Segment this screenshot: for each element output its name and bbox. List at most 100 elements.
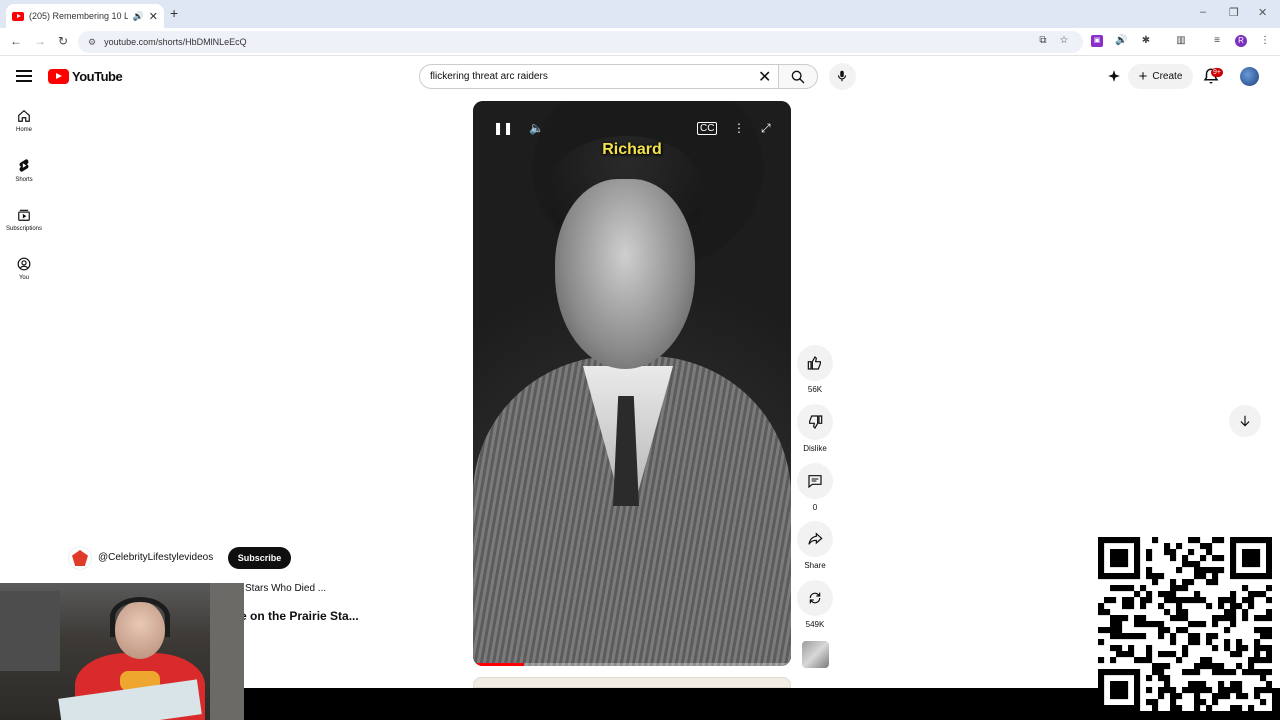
youtube-logo[interactable]: YouTube	[48, 69, 123, 84]
qr-module	[1218, 537, 1225, 544]
qr-module	[1230, 651, 1237, 658]
address-bar-row: ← → ↻ ⚙ youtube.com/shorts/HbDMlNLeEcQ ⧉…	[0, 28, 1280, 56]
captions-icon[interactable]: CC	[697, 122, 718, 135]
sidebar-item-you[interactable]: You	[0, 257, 48, 281]
channel-avatar[interactable]	[68, 546, 92, 570]
qr-module	[1170, 597, 1177, 604]
channel-handle[interactable]: @CelebrityLifestylevideos	[98, 552, 213, 563]
create-button[interactable]: + Create	[1128, 64, 1193, 89]
qr-module	[1230, 549, 1237, 556]
volume-icon[interactable]: 🔈	[529, 121, 544, 135]
like-button[interactable]: 56K	[797, 345, 833, 394]
qr-module	[1188, 639, 1195, 646]
qr-module	[1242, 537, 1249, 544]
extension-icon[interactable]: ▣	[1091, 35, 1103, 47]
notification-badge: 9+	[1211, 68, 1223, 77]
sidebar-item-label: Subscriptions	[5, 226, 43, 232]
qr-module	[1266, 633, 1272, 640]
qr-module	[1098, 543, 1105, 550]
sidebar-item-shorts[interactable]: Shorts	[0, 158, 48, 183]
sidebar-panel-icon[interactable]: ▥	[1175, 35, 1187, 47]
subscribe-button[interactable]: Subscribe	[228, 547, 291, 569]
reading-list-icon[interactable]: ≡	[1211, 35, 1223, 47]
guide-menu-icon[interactable]	[16, 68, 32, 84]
you-icon	[17, 257, 31, 271]
qr-module	[1236, 705, 1243, 711]
qr-module	[1110, 561, 1117, 568]
media-audio-icon[interactable]: 🔊	[1115, 35, 1127, 47]
minimize-icon[interactable]: –	[1200, 6, 1206, 18]
search-button[interactable]	[779, 64, 818, 89]
url-field[interactable]: ⚙ youtube.com/shorts/HbDMlNLeEcQ	[78, 31, 1083, 53]
search-input[interactable]	[419, 64, 779, 89]
qr-module	[1134, 615, 1141, 622]
sparkle-icon[interactable]	[1107, 69, 1121, 83]
qr-module	[1116, 615, 1123, 622]
pause-icon[interactable]: ❚❚	[493, 121, 513, 135]
reload-icon[interactable]: ↻	[58, 34, 68, 48]
qr-module	[1194, 693, 1201, 700]
qr-module	[1128, 537, 1135, 544]
next-video-button[interactable]	[1229, 405, 1261, 437]
voice-search-button[interactable]	[829, 63, 856, 90]
qr-module	[1146, 597, 1153, 604]
next-short-preview[interactable]	[473, 677, 791, 688]
qr-module	[1098, 675, 1105, 682]
remix-button[interactable]: 549K	[797, 580, 833, 629]
qr-module	[1206, 639, 1213, 646]
qr-module	[1104, 669, 1111, 676]
qr-module	[1146, 687, 1153, 694]
account-avatar[interactable]	[1240, 67, 1259, 86]
qr-module	[1230, 567, 1237, 574]
qr-module	[1260, 657, 1267, 664]
qr-module	[1182, 687, 1189, 694]
extensions-puzzle-icon[interactable]: ✱	[1140, 35, 1152, 47]
qr-module	[1122, 585, 1129, 592]
progress-bar[interactable]	[473, 663, 524, 666]
sidebar-item-home[interactable]: Home	[0, 109, 48, 133]
profile-icon[interactable]: R	[1235, 35, 1247, 47]
qr-module	[1098, 639, 1105, 646]
qr-module	[1146, 657, 1153, 664]
qr-module	[1182, 555, 1189, 562]
comments-button[interactable]: 0	[797, 463, 833, 512]
shorts-video-player[interactable]: Richard ❚❚ 🔈 CC ⋮ ⤢	[473, 101, 791, 666]
share-button[interactable]: Share	[797, 521, 833, 570]
sound-thumbnail[interactable]	[802, 641, 829, 668]
browser-menu-icon[interactable]: ⋮	[1259, 35, 1271, 47]
qr-module	[1212, 573, 1219, 580]
tab-close-icon[interactable]: ✕	[149, 10, 158, 23]
qr-module	[1104, 609, 1111, 616]
new-tab-icon[interactable]: +	[170, 5, 178, 21]
qr-module	[1134, 633, 1141, 640]
restore-icon[interactable]: ❐	[1229, 6, 1239, 19]
sidebar-item-subscriptions[interactable]: Subscriptions	[0, 208, 48, 232]
more-options-icon[interactable]: ⋮	[733, 121, 745, 135]
tab-audio-icon[interactable]: 🔊	[133, 11, 144, 22]
bookmark-star-icon[interactable]: ☆	[1058, 35, 1070, 47]
clear-search-icon[interactable]: ✕	[758, 67, 771, 87]
qr-module	[1158, 669, 1165, 676]
qr-module	[1188, 537, 1195, 544]
dislike-button[interactable]: Dislike	[797, 404, 833, 453]
site-info-icon[interactable]: ⚙	[88, 37, 96, 48]
forward-icon[interactable]: →	[34, 34, 46, 48]
qr-module	[1176, 543, 1183, 550]
qr-module	[1116, 621, 1123, 628]
qr-module	[1266, 543, 1272, 550]
qr-module	[1164, 627, 1171, 634]
qr-module	[1188, 669, 1195, 676]
back-icon[interactable]: ←	[10, 34, 22, 48]
qr-module	[1128, 645, 1135, 652]
qr-module	[1176, 567, 1183, 574]
headset-icon	[110, 597, 170, 637]
qr-module	[1134, 675, 1141, 682]
sound-title[interactable]: e on the Prairie Sta...	[240, 609, 359, 623]
qr-module	[1194, 621, 1201, 628]
qr-module	[1206, 543, 1213, 550]
qr-module	[1134, 705, 1141, 711]
window-close-icon[interactable]: ✕	[1258, 6, 1267, 19]
install-app-icon[interactable]: ⧉	[1037, 35, 1049, 47]
browser-tab[interactable]: (205) Remembering 10 Littl 🔊 ✕	[6, 4, 164, 28]
fullscreen-icon[interactable]: ⤢	[761, 121, 771, 136]
